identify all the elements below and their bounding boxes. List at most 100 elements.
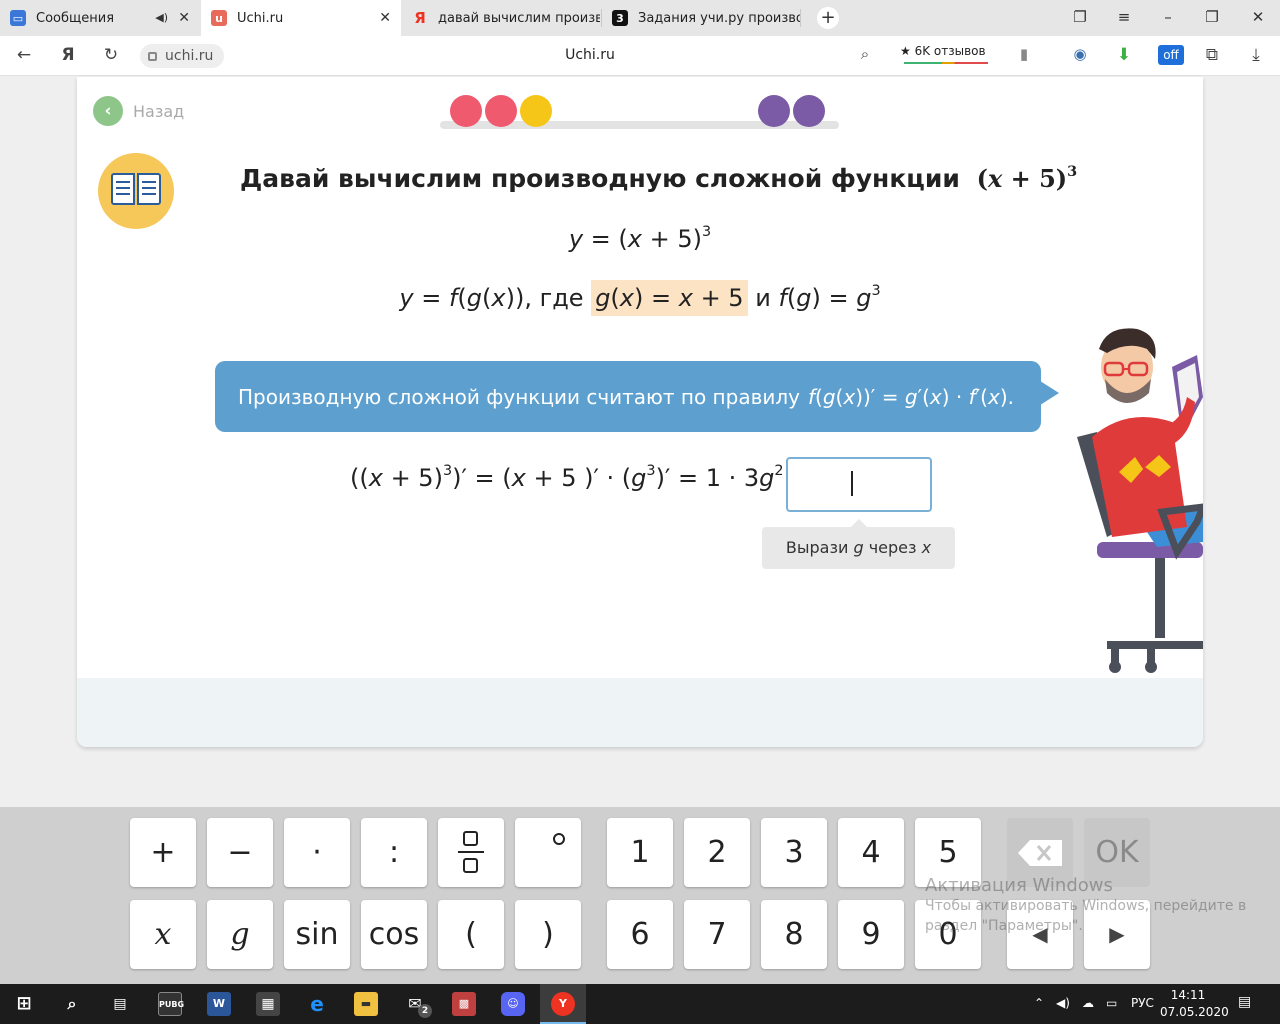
back-button[interactable]: ‹ Назад — [93, 96, 184, 126]
key-multiply[interactable]: · — [284, 818, 350, 887]
uchi-favicon-icon: u — [211, 10, 227, 26]
pubg-icon[interactable]: PUBG — [158, 992, 184, 1016]
rule-formula: f(g(x))′ = g′(x) · f′(x). — [807, 384, 1014, 409]
key-fraction[interactable] — [438, 818, 504, 887]
reload-icon[interactable]: ↻ — [100, 45, 122, 65]
rule-text: Производную сложной функции считают по п… — [238, 384, 800, 409]
key-8[interactable]: 8 — [761, 900, 827, 969]
theory-book-icon[interactable] — [98, 153, 174, 229]
tab-messages[interactable]: ▭ Сообщения ◀) ✕ — [0, 0, 200, 36]
audio-icon[interactable]: ◀) — [155, 11, 168, 24]
bookmark-icon[interactable]: ▮ — [1013, 45, 1035, 63]
close-icon[interactable]: ✕ — [178, 10, 190, 26]
page-content: ‹ Назад Давай вычислим производную сложн… — [0, 77, 1280, 807]
card-footer — [77, 678, 1203, 747]
volume-icon[interactable]: ◀) — [1056, 996, 1070, 1010]
tab-label: Uchi.ru — [237, 10, 284, 26]
menu-icon[interactable]: ≡ — [1113, 8, 1135, 26]
minimize-icon[interactable]: – — [1157, 8, 1179, 26]
restore-icon[interactable]: ❐ — [1201, 8, 1223, 26]
tabs-list-icon[interactable]: ❐ — [1069, 8, 1091, 26]
tray-expand-icon[interactable]: ⌃ — [1034, 996, 1044, 1010]
key-close-paren[interactable]: ) — [515, 900, 581, 969]
tab-znanija[interactable]: 3 Задания учи.ру производ — [602, 0, 800, 36]
yandex-browser-icon[interactable]: Y — [551, 992, 575, 1016]
new-tab-button[interactable]: + — [817, 7, 839, 29]
key-power[interactable] — [515, 818, 581, 887]
extension-icon[interactable]: ◉ — [1069, 45, 1091, 63]
znanija-icon: 3 — [612, 10, 628, 26]
word-icon[interactable]: W — [207, 992, 231, 1016]
system-clock[interactable]: 14:11 07.05.2020 — [1160, 987, 1229, 1021]
close-icon[interactable]: ✕ — [379, 10, 391, 26]
key-divide[interactable]: : — [361, 818, 427, 887]
tab-separator — [800, 9, 801, 27]
messages-icon: ▭ — [10, 10, 26, 26]
window-close-icon[interactable]: ✕ — [1247, 8, 1269, 26]
store-icon[interactable]: ▦ — [256, 992, 280, 1016]
derivative-equation: ((x + 5)3)′ = (x + 5 )′ · (g3)′ = 1 · 3g… — [350, 463, 811, 492]
key-3[interactable]: 3 — [761, 818, 827, 887]
download-extension-icon[interactable]: ⬇ — [1113, 45, 1135, 65]
tab-label: Сообщения — [36, 10, 115, 26]
back-arrow-icon[interactable]: ← — [13, 45, 35, 65]
yandex-home-icon[interactable]: Я — [57, 45, 79, 65]
progress-dot — [450, 95, 482, 127]
backspace-icon — [1018, 840, 1062, 866]
url-field[interactable]: uchi.ru — [140, 44, 224, 68]
progress-dot — [758, 95, 790, 127]
browser-tab-bar: ▭ Сообщения ◀) ✕ u Uchi.ru ✕ Я давай выч… — [0, 0, 1280, 36]
windows-start-icon[interactable]: ⊞ — [12, 992, 36, 1016]
chevron-left-icon: ‹ — [93, 96, 123, 126]
key-7[interactable]: 7 — [684, 900, 750, 969]
discord-icon[interactable]: ☺ — [501, 992, 525, 1016]
key-6[interactable]: 6 — [607, 900, 673, 969]
key-minus[interactable]: − — [207, 818, 273, 887]
key-4[interactable]: 4 — [838, 818, 904, 887]
extensions-icon[interactable]: ⧉ — [1201, 45, 1223, 65]
network-icon[interactable]: ▭ — [1106, 996, 1117, 1010]
clock-date: 07.05.2020 — [1160, 1005, 1229, 1019]
key-1[interactable]: 1 — [607, 818, 673, 887]
vpn-off-icon[interactable]: off — [1158, 45, 1184, 65]
power-icon — [553, 833, 565, 845]
key-g[interactable]: g — [207, 900, 273, 969]
tab-label: давай вычислим произво — [438, 10, 600, 26]
key-open-paren[interactable]: ( — [438, 900, 504, 969]
folder-icon[interactable]: ▬ — [354, 992, 378, 1016]
game-icon[interactable]: ▩ — [452, 992, 476, 1016]
hint-tooltip: Вырази g через x — [762, 519, 955, 569]
answer-input[interactable] — [786, 457, 932, 512]
key-sin[interactable]: sin — [284, 900, 350, 969]
function-definition: y = (x + 5)3 — [568, 224, 712, 253]
lock-icon — [148, 51, 157, 61]
search-icon[interactable]: ⌕ — [60, 992, 84, 1016]
url-text: uchi.ru — [165, 48, 214, 64]
clock-time: 14:11 — [1170, 988, 1206, 1002]
downloads-icon[interactable]: ⤓ — [1245, 45, 1267, 65]
page-title: Uchi.ru — [565, 47, 615, 63]
tab-uchi[interactable]: u Uchi.ru ✕ — [201, 0, 401, 36]
tab-search[interactable]: Я давай вычислим произво — [402, 0, 600, 36]
key-plus[interactable]: + — [130, 818, 196, 887]
task-view-icon[interactable]: ▤ — [108, 992, 132, 1016]
language-indicator[interactable]: РУС — [1131, 996, 1154, 1010]
yandex-icon: Я — [414, 9, 426, 27]
reviews-label: ★ 6K отзывов — [900, 44, 986, 58]
cloud-icon[interactable]: ☁ — [1082, 996, 1094, 1010]
edge-icon[interactable]: e — [305, 992, 329, 1016]
key-9[interactable]: 9 — [838, 900, 904, 969]
key-cos[interactable]: cos — [361, 900, 427, 969]
zoom-icon[interactable]: ⌕ — [854, 45, 876, 63]
back-label: Назад — [133, 101, 185, 121]
progress-dot — [793, 95, 825, 127]
text-cursor — [851, 471, 853, 496]
windows-taskbar: ⊞ ⌕ ▤ PUBG W ▦ e ▬ ✉ 2 ▩ ☺ Y ⌃ ◀) ☁ ▭ РУ… — [0, 984, 1280, 1024]
title-formula: (x + 5)3 — [976, 163, 1078, 193]
title-text: Давай вычислим производную сложной функц… — [240, 163, 960, 193]
reviews-badge[interactable]: ★ 6K отзывов — [900, 44, 988, 64]
key-x[interactable]: x — [130, 900, 196, 969]
notifications-icon[interactable]: ▤ — [1238, 994, 1251, 1010]
lesson-card: ‹ Назад Давай вычислим производную сложн… — [77, 77, 1203, 747]
key-2[interactable]: 2 — [684, 818, 750, 887]
